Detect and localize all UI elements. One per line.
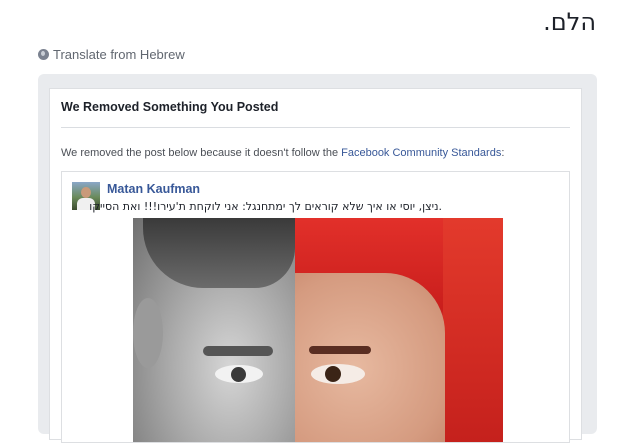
notice-body: We removed the post below because it doe… xyxy=(61,147,504,159)
post-caption: הלם. xyxy=(543,8,596,36)
post-image[interactable] xyxy=(133,218,503,442)
post-author[interactable]: Matan Kaufman xyxy=(107,182,200,196)
removal-notice-card: We Removed Something You Posted We remov… xyxy=(49,88,582,443)
globe-icon xyxy=(38,49,49,60)
notice-title: We Removed Something You Posted xyxy=(61,100,279,114)
notice-body-prefix: We removed the post below because it doe… xyxy=(61,147,342,159)
translate-label: Translate from Hebrew xyxy=(53,47,185,62)
translate-link[interactable]: Translate from Hebrew xyxy=(38,47,185,62)
community-standards-link[interactable]: Facebook Community Standards xyxy=(341,147,501,159)
notice-body-suffix: : xyxy=(501,147,505,159)
removed-post: Matan Kaufman .ניצן, יוסי או איך שלא קור… xyxy=(61,171,570,443)
divider xyxy=(61,127,570,128)
image-left-half xyxy=(133,218,295,442)
post-text: .ניצן, יוסי או איך שלא קוראים לך ימתחנגל… xyxy=(89,200,442,213)
image-right-half xyxy=(295,218,503,442)
